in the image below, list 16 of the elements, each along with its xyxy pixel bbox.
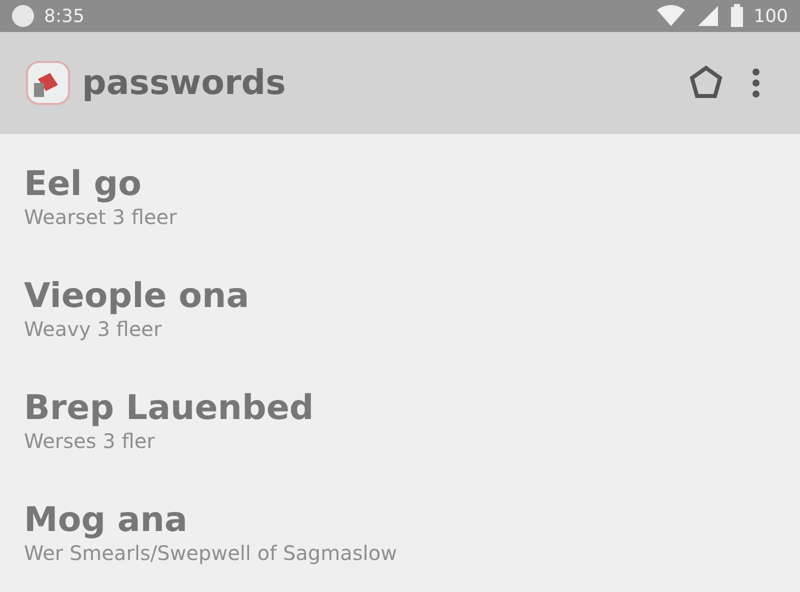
item-subtitle: Werses 3 fler [24, 428, 156, 454]
app-title: passwords [82, 63, 287, 103]
item-subtitle: Wer Smearls/Swepwell of Sagmaslow [24, 540, 398, 566]
item-title[interactable]: Vieople ona [24, 276, 776, 316]
notification-icon [12, 5, 34, 27]
wifi-icon [656, 4, 686, 28]
clock: 8:35 [44, 6, 84, 26]
battery-level: 100 [754, 6, 788, 26]
item-title[interactable]: Mog ana [24, 500, 776, 540]
item-title[interactable]: Eel go [24, 164, 776, 204]
item-title[interactable]: Brep Lauenbed [24, 388, 776, 428]
item-subtitle: Weavy 3 fleer [24, 316, 163, 342]
battery-icon [730, 4, 744, 28]
app-logo-icon [24, 59, 72, 107]
item-subtitle: Wearset 3 fleer [24, 204, 178, 230]
signal-icon [696, 4, 720, 28]
